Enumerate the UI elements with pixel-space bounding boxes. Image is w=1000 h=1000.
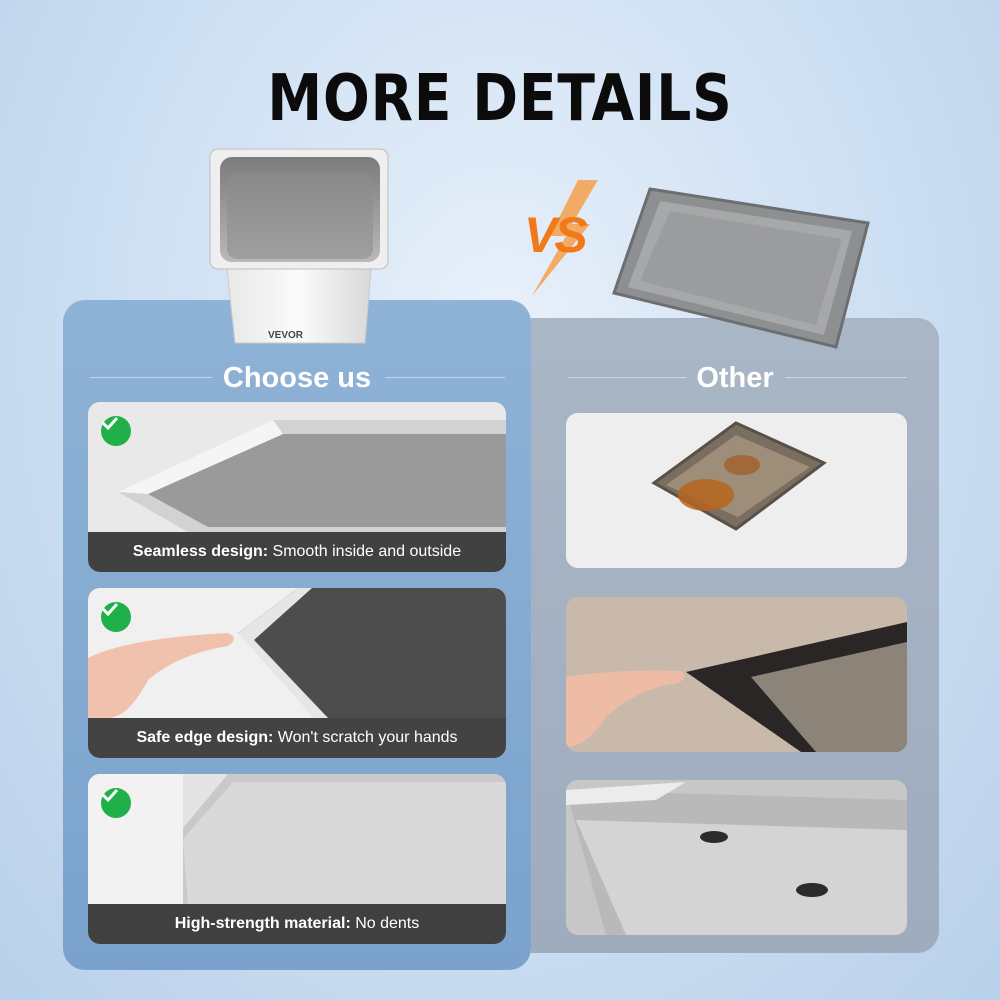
dented-tray-image [566,782,907,935]
left-divider-2 [385,377,505,378]
versus-label: VS [524,207,588,263]
feature-card-seamless: Seamless design: Smooth inside and outsi… [88,402,506,572]
left-divider [90,377,212,378]
steel-pan-product-image [209,148,389,344]
feature-caption: Safe edge design: Won't scratch your han… [88,718,506,758]
other-card-rusty-tray [566,413,907,568]
other-card-dented [566,780,907,935]
brand-mark: VEVOR [268,330,304,341]
feature-caption: Seamless design: Smooth inside and outsi… [88,532,506,572]
competitor-tray-image [612,187,870,349]
choose-us-title: Choose us [222,362,372,394]
right-divider [568,377,686,378]
feature-title: Safe edge design: [136,729,274,746]
feature-title: Seamless design: [132,543,269,560]
other-card-sharp-edge [566,597,907,752]
feature-text: No dents [350,915,420,932]
feature-card-high-strength: High-strength material: No dents [88,774,506,944]
right-divider-2 [785,377,907,378]
feature-caption: High-strength material: No dents [88,904,506,944]
feature-text: Won't scratch your hands [273,729,458,746]
sharp-edge-image [566,622,907,752]
check-circle-icon [101,416,131,446]
page-title: MORE DETAILS [267,62,733,136]
check-circle-icon [101,788,131,818]
check-circle-icon [101,602,131,632]
feature-card-safe-edge: Safe edge design: Won't scratch your han… [88,588,506,758]
rusty-tray-image [651,421,827,531]
other-title: Other [696,362,774,394]
feature-text: Smooth inside and outside [268,543,462,560]
feature-title: High-strength material: [174,915,351,932]
